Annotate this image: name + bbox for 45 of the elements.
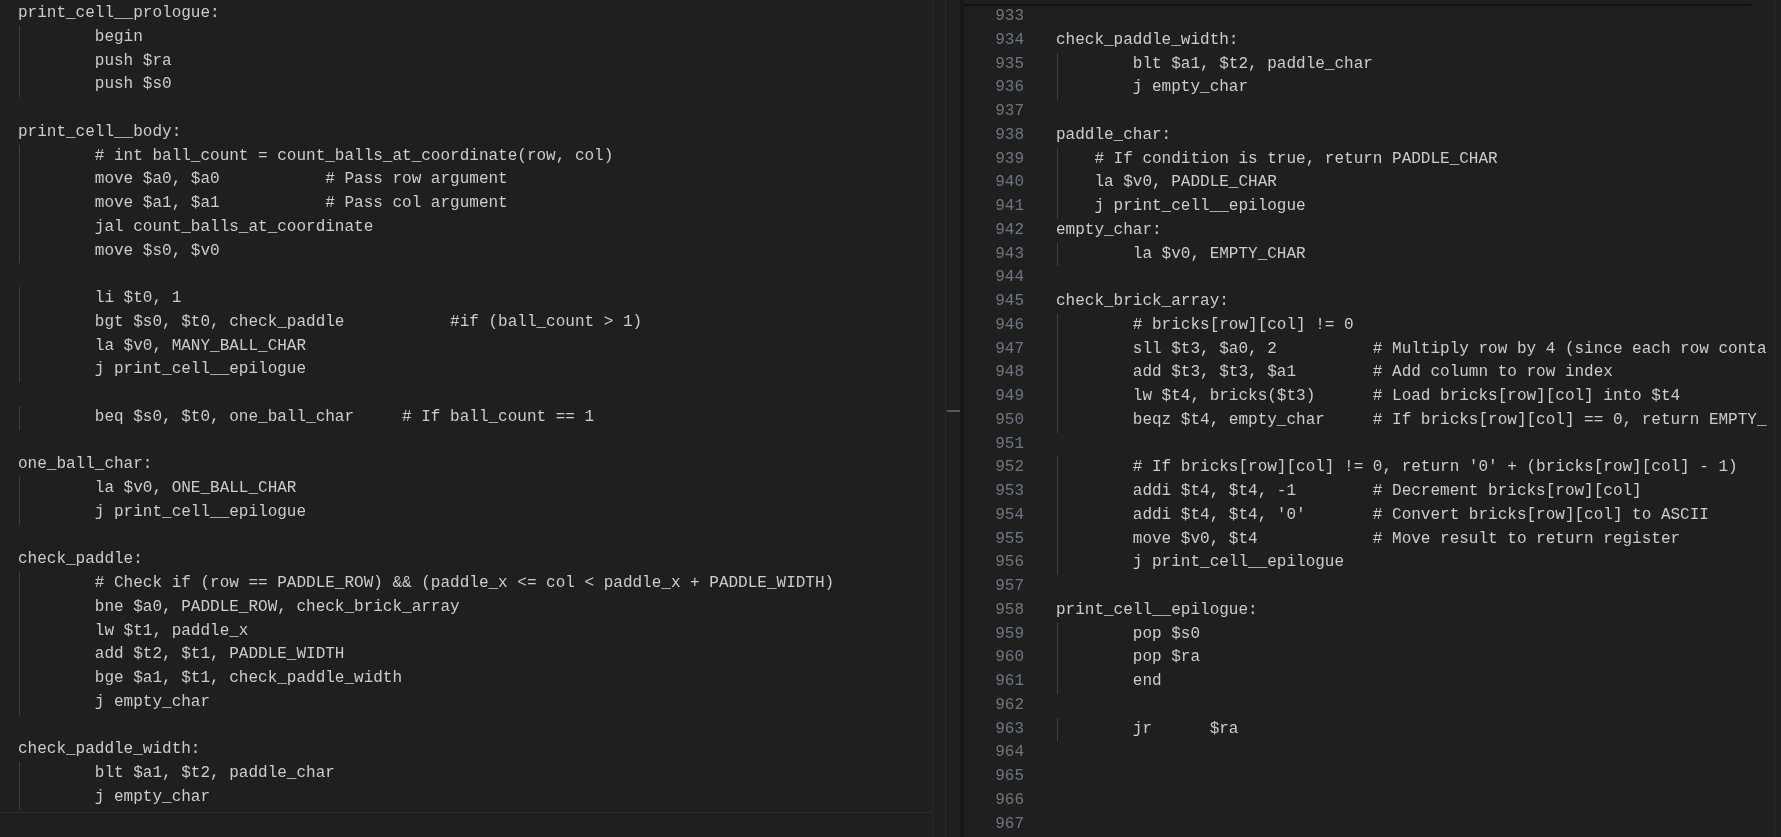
line-number: 936 (994, 77, 1024, 99)
line-number: 965 (994, 766, 1024, 787)
code-line: check_paddle: (18, 549, 143, 571)
line-number: 943 (994, 243, 1024, 265)
code-line: print_cell__epilogue: (1056, 599, 1258, 621)
line-number: 962 (994, 694, 1024, 716)
line-number: 959 (994, 623, 1024, 645)
line-number: 939 (994, 148, 1024, 170)
line-number: 953 (994, 481, 1024, 502)
code-line: check_paddle_width: (1056, 29, 1239, 51)
line-number: 946 (994, 314, 1024, 336)
code-line: check_brick_array: (1056, 291, 1229, 312)
line-number: 948 (994, 362, 1024, 384)
line-number: 958 (994, 599, 1024, 621)
line-number: 940 (994, 172, 1024, 194)
line-number: 967 (994, 813, 1024, 835)
line-number: 960 (994, 647, 1024, 669)
code-line: paddle_char: (1056, 124, 1172, 146)
line-number: 951 (994, 433, 1024, 455)
line-number: 937 (994, 101, 1024, 122)
line-number: 947 (994, 338, 1024, 360)
line-number: 945 (994, 291, 1024, 312)
line-number: 934 (994, 29, 1024, 51)
code-line: print_cell__prologue: (18, 3, 220, 24)
line-number: 944 (994, 267, 1024, 289)
line-number: 963 (994, 718, 1024, 740)
line-number: 955 (994, 528, 1024, 550)
line-number: 935 (994, 53, 1024, 75)
line-number: 956 (994, 552, 1024, 574)
line-number: 941 (994, 196, 1024, 217)
code-line: print_cell__body: (18, 121, 182, 143)
line-number: 950 (994, 409, 1024, 431)
line-number: 954 (994, 504, 1024, 526)
line-number: 942 (994, 219, 1024, 241)
line-number: 957 (994, 576, 1024, 597)
code-line: one_ball_char: (18, 454, 153, 476)
line-number: 938 (994, 124, 1024, 146)
code-line: check_paddle_width: (18, 739, 201, 761)
code-line: empty_char: (1056, 219, 1162, 241)
line-number: 949 (994, 386, 1024, 407)
line-number: 966 (994, 789, 1024, 811)
line-number: 964 (994, 742, 1024, 764)
line-number: 961 (994, 671, 1024, 692)
line-number: 933 (994, 6, 1024, 27)
line-number: 952 (994, 457, 1024, 479)
